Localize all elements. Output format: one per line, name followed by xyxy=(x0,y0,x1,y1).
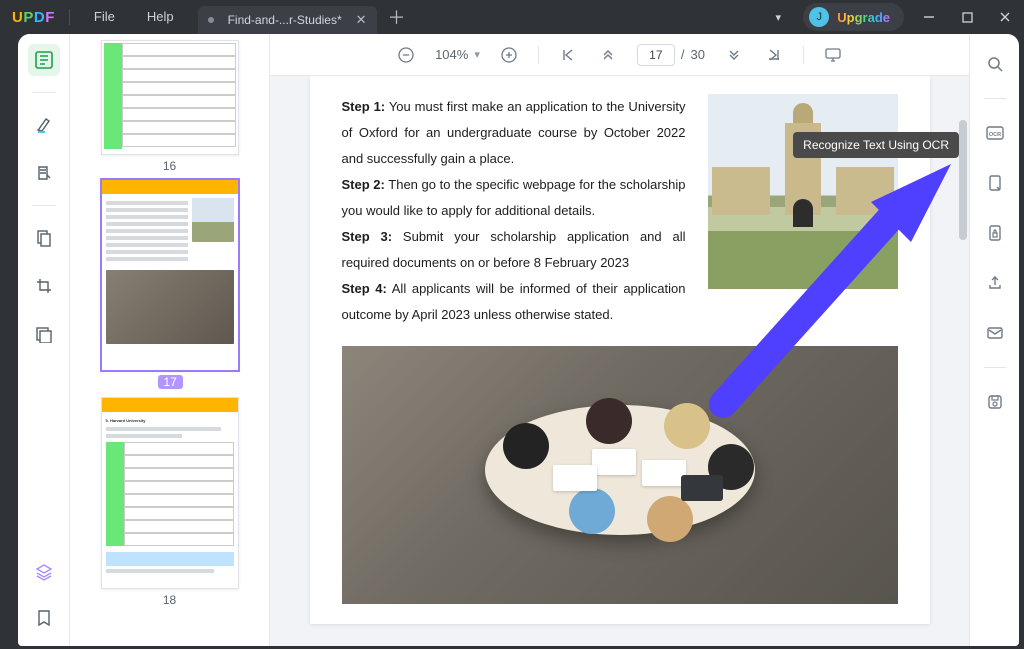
layers-button[interactable] xyxy=(28,556,60,588)
window-close-button[interactable] xyxy=(986,0,1024,34)
email-button[interactable] xyxy=(979,317,1011,349)
upgrade-pill[interactable]: J Upgrade xyxy=(803,3,904,31)
thumbnail-number: 16 xyxy=(90,159,249,173)
menu-help[interactable]: Help xyxy=(131,0,190,34)
page-indicator: / 30 xyxy=(637,44,705,66)
thumbnail-panel: 16 17 xyxy=(70,34,270,646)
menu-file[interactable]: File xyxy=(78,0,131,34)
tab-close-icon[interactable]: ✕ xyxy=(356,12,367,28)
edit-tool-button[interactable] xyxy=(28,157,60,189)
window-maximize-button[interactable] xyxy=(948,0,986,34)
page-organize-button[interactable] xyxy=(28,222,60,254)
new-tab-button[interactable]: ＋ xyxy=(383,4,411,30)
zoom-out-button[interactable] xyxy=(395,44,417,66)
vertical-scrollbar[interactable] xyxy=(959,120,967,240)
upgrade-label: Upgrade xyxy=(837,10,890,25)
main-view: 104% ▾ / 30 xyxy=(270,34,969,646)
protect-button[interactable] xyxy=(979,217,1011,249)
next-page-button[interactable] xyxy=(723,44,745,66)
left-tool-rail xyxy=(18,34,70,646)
save-button[interactable] xyxy=(979,386,1011,418)
zoom-level[interactable]: 104% ▾ xyxy=(435,47,480,62)
page-number-input[interactable] xyxy=(637,44,675,66)
thumbnail-number: 17 xyxy=(158,375,183,389)
app-logo: UPDF xyxy=(12,9,55,26)
search-button[interactable] xyxy=(979,48,1011,80)
first-page-button[interactable] xyxy=(557,44,579,66)
crop-tool-button[interactable] xyxy=(28,270,60,302)
title-bar: UPDF File Help Find-and-...r-Studies* ✕ … xyxy=(0,0,1024,34)
thumbnail-page-18[interactable]: 5. Harvard University 18 xyxy=(90,397,249,607)
avatar: J xyxy=(809,7,829,27)
workspace: 16 17 xyxy=(18,34,1019,646)
ocr-button[interactable]: OCR xyxy=(979,117,1011,149)
tab-label: Find-and-...r-Studies* xyxy=(228,13,342,27)
prev-page-button[interactable] xyxy=(597,44,619,66)
redact-tool-button[interactable] xyxy=(28,318,60,350)
bookmark-button[interactable] xyxy=(28,602,60,634)
presentation-button[interactable] xyxy=(822,44,844,66)
share-button[interactable] xyxy=(979,267,1011,299)
view-toolbar: 104% ▾ / 30 xyxy=(270,34,969,76)
last-page-button[interactable] xyxy=(763,44,785,66)
svg-text:OCR: OCR xyxy=(988,132,1000,138)
zoom-in-button[interactable] xyxy=(498,44,520,66)
reader-mode-button[interactable] xyxy=(28,44,60,76)
chevron-down-icon: ▾ xyxy=(474,48,480,61)
thumbnail-page-17[interactable]: 17 xyxy=(90,179,249,391)
tab-modified-dot-icon xyxy=(208,17,214,23)
tabs-dropdown-icon[interactable]: ▾ xyxy=(759,0,797,34)
window-minimize-button[interactable] xyxy=(910,0,948,34)
thumbnail-number: 18 xyxy=(90,593,249,607)
study-group-image xyxy=(342,346,898,604)
highlight-tool-button[interactable] xyxy=(28,109,60,141)
document-tab[interactable]: Find-and-...r-Studies* ✕ xyxy=(198,6,377,34)
page-total: 30 xyxy=(690,47,704,62)
oxford-image xyxy=(708,94,898,289)
thumbnail-page-16[interactable]: 16 xyxy=(90,40,249,173)
document-page: Step 1: You must first make an applicati… xyxy=(310,76,930,624)
document-scroll-area[interactable]: Step 1: You must first make an applicati… xyxy=(270,76,969,646)
export-button[interactable] xyxy=(979,167,1011,199)
right-tool-rail: OCR xyxy=(969,34,1019,646)
ocr-tooltip: Recognize Text Using OCR xyxy=(793,132,959,158)
